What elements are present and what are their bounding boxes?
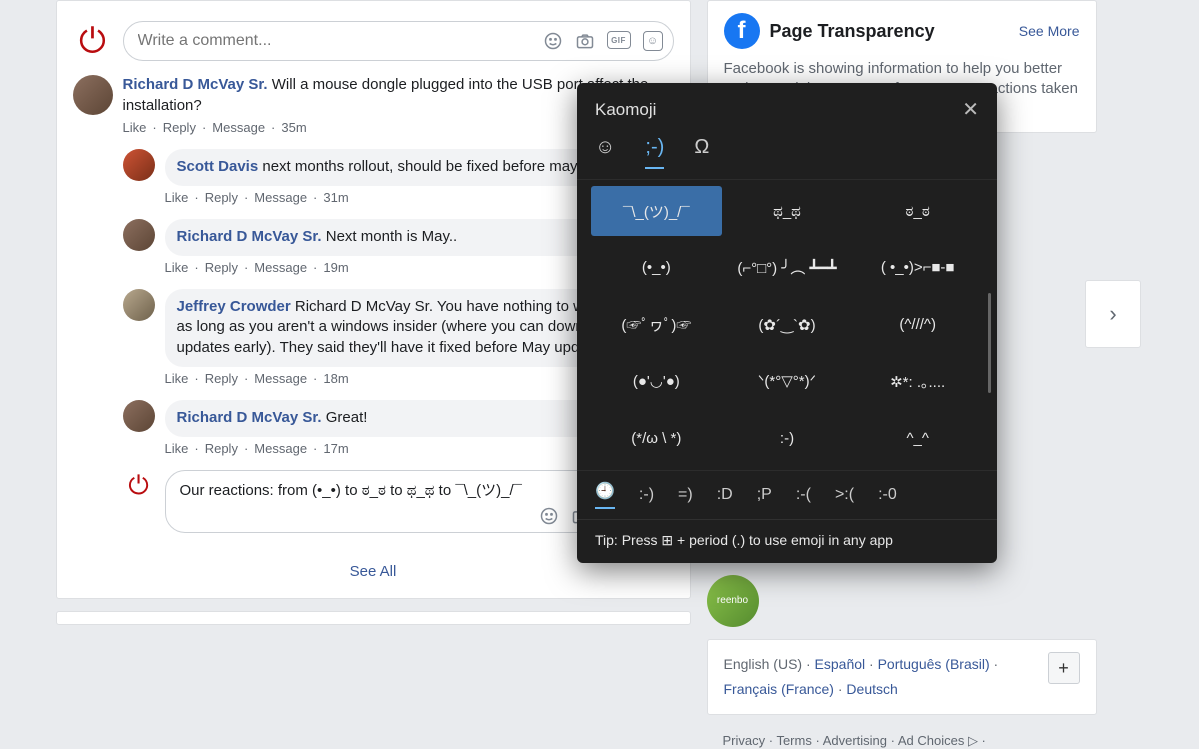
reply-link[interactable]: Reply	[163, 120, 196, 135]
like-link[interactable]: Like	[165, 441, 189, 456]
compose-row: ⏻ GIF ☺	[73, 13, 674, 69]
windows-key-icon: ⊞	[661, 532, 673, 548]
sticker-icon[interactable]: ☺	[643, 31, 663, 51]
related-page[interactable]: reenbo	[707, 575, 1097, 627]
tab-emoji[interactable]: ☺	[595, 136, 615, 169]
message-link[interactable]: Message	[254, 441, 307, 456]
timestamp-link[interactable]: 17m	[323, 441, 348, 456]
kaomoji-item[interactable]: ^_^	[852, 413, 983, 463]
gif-icon[interactable]: GIF	[607, 31, 631, 49]
kaomoji-tip: Tip: Press ⊞ + period (.) to use emoji i…	[577, 519, 997, 563]
avatar[interactable]	[123, 289, 155, 321]
timestamp-link[interactable]: 18m	[323, 371, 348, 386]
kaomoji-item[interactable]: (●'◡'●)	[591, 356, 722, 406]
comment-input-field[interactable]	[138, 32, 543, 50]
language-link[interactable]: Português (Brasil)	[878, 656, 990, 672]
kaomoji-item[interactable]: (☞ﾟヮﾟ)☞	[591, 300, 722, 350]
kaomoji-item[interactable]: ಥ_ಥ	[722, 186, 853, 236]
reply-link[interactable]: Reply	[205, 371, 238, 386]
avatar[interactable]	[123, 149, 155, 181]
timestamp-link[interactable]: 31m	[323, 190, 348, 205]
like-link[interactable]: Like	[165, 260, 189, 275]
kaomoji-item[interactable]: (⌐°□°) ╯︵ ┻━┻	[722, 243, 853, 293]
kaomoji-item[interactable]: ಠ_ಠ	[852, 186, 983, 236]
recent-item[interactable]: :D	[717, 486, 733, 504]
current-language: English (US)	[724, 656, 803, 672]
reply-link[interactable]: Reply	[205, 260, 238, 275]
author-link[interactable]: Jeffrey Crowder	[177, 298, 291, 315]
kaomoji-title: Kaomoji	[595, 100, 656, 120]
timestamp-link[interactable]: 35m	[281, 120, 306, 135]
like-link[interactable]: Like	[165, 190, 189, 205]
message-link[interactable]: Message	[254, 190, 307, 205]
recent-item[interactable]: :-(	[796, 486, 811, 504]
compose-icons: GIF ☺	[543, 31, 667, 51]
recent-item[interactable]: ;P	[757, 486, 772, 504]
facebook-logo-icon: f	[724, 13, 760, 49]
message-link[interactable]: Message	[212, 120, 265, 135]
related-page-avatar: reenbo	[707, 575, 759, 627]
author-link[interactable]: Scott Davis	[177, 158, 259, 175]
recent-item[interactable]: =)	[678, 486, 693, 504]
next-card	[56, 611, 691, 625]
recent-icon[interactable]: 🕘	[595, 481, 615, 509]
reply-link[interactable]: Reply	[205, 190, 238, 205]
kaomoji-item[interactable]: (^///^)	[852, 300, 983, 350]
scrollbar[interactable]	[988, 293, 991, 393]
page-transparency-title: Page Transparency	[770, 21, 1019, 42]
avatar: ⏻	[123, 470, 155, 502]
see-more-link[interactable]: See More	[1019, 23, 1080, 39]
smiley-icon[interactable]	[543, 31, 563, 51]
camera-icon[interactable]	[575, 31, 595, 51]
like-link[interactable]: Like	[165, 371, 189, 386]
language-link[interactable]: Français (France)	[724, 681, 834, 697]
language-link[interactable]: Deutsch	[846, 681, 897, 697]
recent-item[interactable]: :-0	[878, 486, 897, 504]
comment-input[interactable]: GIF ☺	[123, 21, 674, 61]
author-link[interactable]: Richard D McVay Sr.	[123, 76, 268, 93]
tab-kaomoji[interactable]: ;-)	[645, 136, 664, 169]
kaomoji-item[interactable]: (*/ω \ *)	[591, 413, 722, 463]
smiley-icon[interactable]	[539, 506, 559, 526]
avatar: ⏻	[73, 21, 113, 61]
like-link[interactable]: Like	[123, 120, 147, 135]
avatar[interactable]	[123, 400, 155, 432]
recent-item[interactable]: :-)	[639, 486, 654, 504]
author-link[interactable]: Richard D McVay Sr.	[177, 228, 322, 245]
tab-symbols[interactable]: Ω	[694, 136, 709, 169]
message-link[interactable]: Message	[254, 371, 307, 386]
kaomoji-item[interactable]: ( •_•)>⌐■-■	[852, 243, 983, 293]
language-link[interactable]: Español	[815, 656, 866, 672]
add-language-button[interactable]: +	[1048, 652, 1080, 684]
kaomoji-grid: ¯\_(ツ)_/¯ ಥ_ಥ ಠ_ಠ (•_•) (⌐°□°) ╯︵ ┻━┻ ( …	[577, 180, 997, 470]
close-icon[interactable]: ✕	[962, 97, 979, 122]
kaomoji-item[interactable]: ᐠ(*°▽°*)ᐟ	[722, 356, 853, 406]
kaomoji-recents: 🕘 :-) =) :D ;P :-( >:( :-0	[577, 470, 997, 519]
kaomoji-panel: Kaomoji ✕ ☺ ;-) Ω ¯\_(ツ)_/¯ ಥ_ಥ ಠ_ಠ (•_•…	[577, 83, 997, 563]
recent-item[interactable]: >:(	[835, 486, 854, 504]
kaomoji-item[interactable]: ✲*: .｡....	[852, 356, 983, 406]
kaomoji-tabs: ☺ ;-) Ω	[577, 126, 997, 180]
next-arrow-button[interactable]: ›	[1085, 280, 1141, 348]
kaomoji-item[interactable]: :-)	[722, 413, 853, 463]
language-card: English (US) · Español · Português (Bras…	[707, 639, 1097, 715]
kaomoji-item[interactable]: (✿´‿`✿)	[722, 300, 853, 350]
reply-link[interactable]: Reply	[205, 441, 238, 456]
kaomoji-item[interactable]: ¯\_(ツ)_/¯	[591, 186, 722, 236]
author-link[interactable]: Richard D McVay Sr.	[177, 409, 322, 426]
kaomoji-item[interactable]: (•_•)	[591, 243, 722, 293]
avatar[interactable]	[123, 219, 155, 251]
avatar[interactable]	[73, 75, 113, 115]
timestamp-link[interactable]: 19m	[323, 260, 348, 275]
message-link[interactable]: Message	[254, 260, 307, 275]
